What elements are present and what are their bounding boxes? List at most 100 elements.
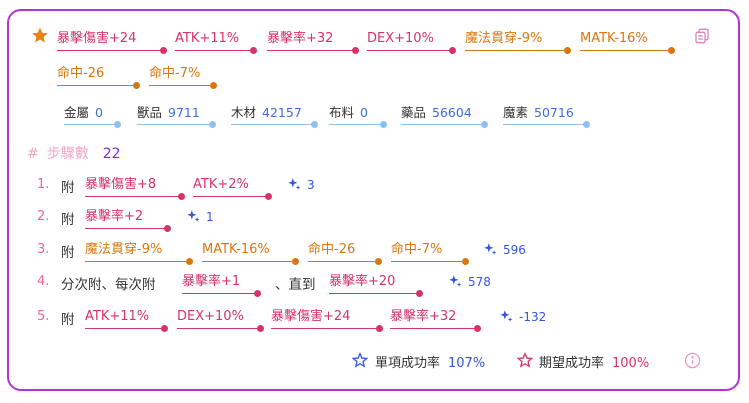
result-card: 暴擊傷害+24 ATK+11% 暴擊率+32 DEX+10% 魔法貫穿-9% M… — [7, 9, 740, 391]
sparkle-icon — [483, 243, 503, 257]
info-icon[interactable] — [684, 352, 701, 373]
steps-header: # 步驟數 22 — [27, 143, 121, 163]
material-value: 0 — [360, 105, 368, 120]
step-tag: 暴擊率+20 — [329, 272, 423, 297]
expected-rate-label: 期望成功率 — [539, 356, 605, 371]
step-prefix: 附 — [61, 312, 75, 328]
step-tag: DEX+10% — [177, 307, 264, 332]
step-tag-label: 命中-26 — [308, 242, 356, 257]
sparkle-icon — [499, 310, 519, 324]
stat-tag-label: MATK-16% — [580, 31, 648, 46]
material-value: 9711 — [168, 105, 200, 120]
material-value: 0 — [95, 105, 103, 120]
step-gain: 3 — [287, 177, 315, 192]
steps-label: 步驟數 — [46, 146, 89, 162]
step-tag-label: 暴擊率+32 — [390, 309, 457, 324]
stat-tag-label: 命中-7% — [149, 66, 201, 81]
step-gain-value: -132 — [519, 310, 547, 324]
step-tag-label: 暴擊率+1 — [182, 274, 241, 289]
step-tag-label: 暴擊率+20 — [329, 274, 396, 289]
material-tag: 金屬 0 — [64, 103, 121, 128]
stat-tag-label: 暴擊傷害+24 — [57, 31, 137, 46]
material-value: 50716 — [534, 105, 574, 120]
copy-icon[interactable] — [693, 27, 711, 49]
material-name: 獸品 — [137, 105, 163, 120]
step-gain: 1 — [186, 209, 214, 224]
step-number: 2. — [37, 209, 50, 224]
material-tag: 木材 42157 — [231, 103, 318, 128]
material-name: 布料 — [329, 105, 355, 120]
stat-tag: ATK+11% — [175, 29, 257, 54]
sparkle-icon — [186, 210, 206, 224]
step-tag: 暴擊率+32 — [390, 307, 481, 332]
step-tag-label: MATK-16% — [202, 242, 270, 257]
stat-tag: 命中-7% — [149, 64, 217, 89]
step-gain-value: 3 — [307, 178, 315, 192]
stat-tag-label: ATK+11% — [175, 31, 240, 46]
step-tag-label: 命中-7% — [391, 242, 443, 257]
material-tag: 魔素 50716 — [503, 103, 590, 128]
material-name: 金屬 — [64, 105, 90, 120]
step-prefix: 附 — [61, 245, 75, 261]
material-value: 56604 — [432, 105, 472, 120]
step-tag: 暴擊率+2 — [85, 207, 171, 232]
step-gain: -132 — [499, 309, 546, 324]
expected-rate: 期望成功率 100% — [539, 352, 649, 371]
star-icon[interactable] — [31, 26, 49, 48]
step-middle-text: 、直到 — [275, 277, 316, 293]
material-tag: 獸品 9711 — [137, 103, 216, 128]
material-tag: 藥品 56604 — [401, 103, 488, 128]
sparkle-icon — [448, 275, 468, 289]
stat-tag: 命中-26 — [57, 64, 140, 89]
stat-tag-label: 暴擊率+32 — [267, 31, 334, 46]
step-tag-label: 暴擊傷害+24 — [271, 309, 351, 324]
step-tag-label: 暴擊率+2 — [85, 209, 144, 224]
stat-tag: 暴擊率+32 — [267, 29, 359, 54]
step-tag: 暴擊傷害+24 — [271, 307, 383, 332]
sparkle-icon — [287, 178, 307, 192]
step-tag: 魔法貫穿-9% — [85, 240, 193, 265]
step-tag: ATK+2% — [193, 175, 272, 200]
step-tag-label: 魔法貫穿-9% — [85, 242, 163, 257]
step-tag-label: ATK+2% — [193, 177, 249, 192]
material-tag: 布料 0 — [329, 103, 387, 128]
expected-rate-value: 100% — [612, 356, 650, 371]
stat-tag-label: DEX+10% — [367, 31, 434, 46]
stat-tag: 暴擊傷害+24 — [57, 29, 167, 54]
step-number: 4. — [37, 274, 50, 289]
single-rate-value: 107% — [448, 356, 486, 371]
star-outline-icon — [351, 352, 369, 372]
stat-tag-label: 魔法貫穿-9% — [465, 31, 543, 46]
step-tag-label: ATK+11% — [85, 309, 150, 324]
step-tag: 命中-7% — [391, 240, 469, 265]
step-prefix: 分次附、每次附 — [61, 277, 156, 293]
step-tag: 暴擊傷害+8 — [85, 175, 185, 200]
material-name: 木材 — [231, 105, 257, 120]
stat-tag: DEX+10% — [367, 29, 456, 54]
material-name: 藥品 — [401, 105, 427, 120]
step-number: 1. — [37, 177, 50, 192]
step-gain-value: 596 — [503, 243, 526, 257]
single-rate-label: 單項成功率 — [375, 356, 441, 371]
material-name: 魔素 — [503, 105, 529, 120]
material-value: 42157 — [262, 105, 302, 120]
step-prefix: 附 — [61, 212, 75, 228]
steps-count: 22 — [102, 146, 121, 162]
step-gain: 578 — [448, 274, 491, 289]
stat-tag: 魔法貫穿-9% — [465, 29, 571, 54]
step-gain: 596 — [483, 242, 526, 257]
step-tag: ATK+11% — [85, 307, 168, 332]
step-tag: MATK-16% — [202, 240, 299, 265]
single-rate: 單項成功率 107% — [375, 352, 485, 371]
step-number: 3. — [37, 242, 50, 257]
step-tag: 暴擊率+1 — [182, 272, 261, 297]
step-prefix: 附 — [61, 180, 75, 196]
step-tag: 命中-26 — [308, 240, 382, 265]
stat-tag-label: 命中-26 — [57, 66, 105, 81]
star-outline-icon — [516, 352, 534, 372]
step-number: 5. — [37, 309, 50, 324]
step-tag-label: 暴擊傷害+8 — [85, 177, 157, 192]
hash-icon: # — [27, 146, 39, 162]
stat-tag: MATK-16% — [580, 29, 675, 54]
step-tag-label: DEX+10% — [177, 309, 244, 324]
